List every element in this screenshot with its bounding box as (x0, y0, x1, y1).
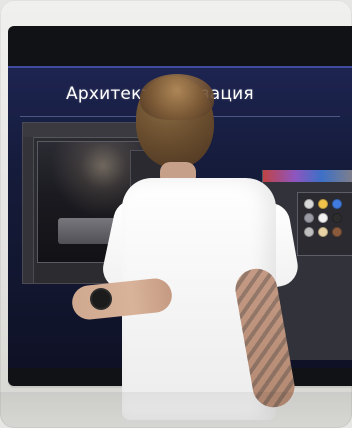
material-swatch (318, 227, 328, 237)
material-swatch (318, 213, 328, 223)
material-swatch (332, 199, 342, 209)
presenter-hair (140, 74, 214, 120)
material-swatch (304, 199, 314, 209)
material-palette-panel (297, 192, 352, 256)
material-swatch (318, 199, 328, 209)
left-app-sidebar (23, 137, 34, 283)
watch (92, 290, 110, 308)
material-swatch (304, 227, 314, 237)
material-swatch (332, 227, 342, 237)
presenter (70, 74, 301, 428)
material-swatch (304, 213, 314, 223)
photo: Архитекту ализация (0, 0, 352, 428)
material-swatch (332, 213, 342, 223)
floor-shadow (0, 392, 352, 428)
